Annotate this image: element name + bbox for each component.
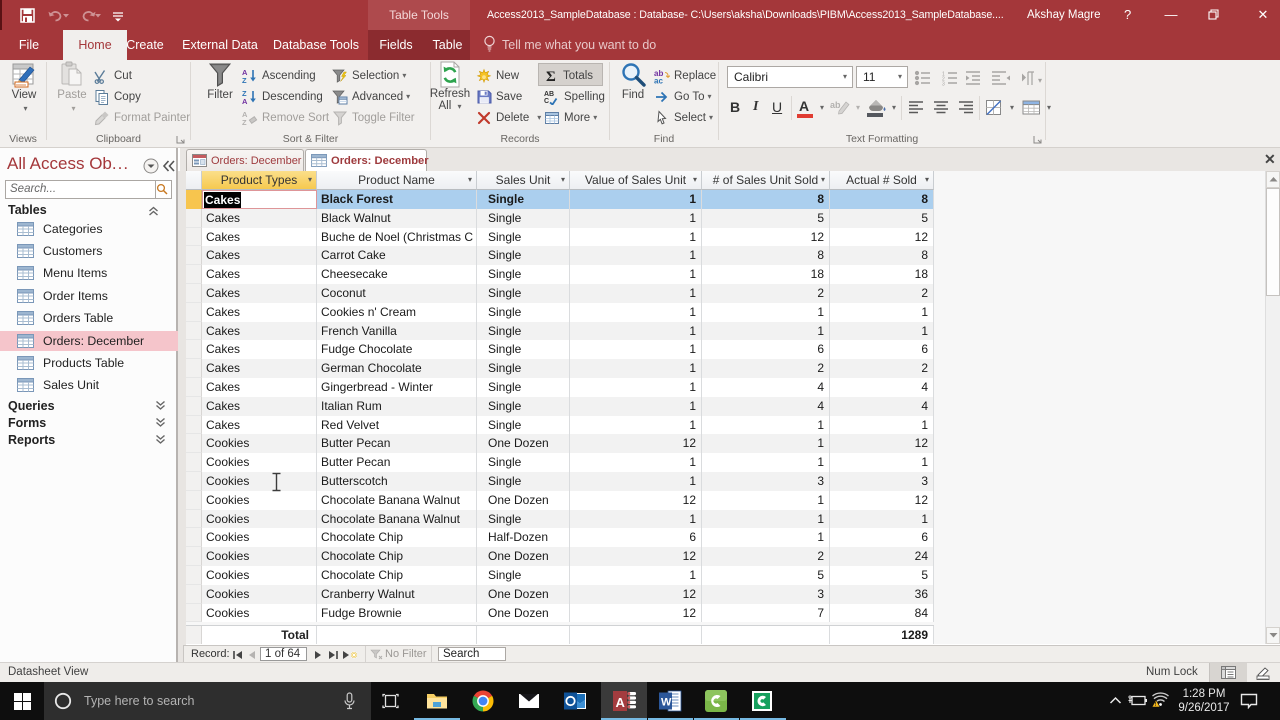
svg-text:W: W [661,697,672,709]
svg-text:Σ: Σ [546,69,556,83]
svg-text:▾: ▾ [1038,76,1042,85]
svg-text:ac: ac [654,76,663,84]
svg-text:Z: Z [242,118,247,126]
svg-text:A: A [616,695,626,710]
svg-text:!: ! [1155,702,1157,707]
svg-text:3: 3 [942,82,945,87]
svg-text:Z: Z [242,76,247,84]
svg-text:A: A [242,97,248,105]
svg-text:ab: ab [830,100,841,110]
svg-text:C: C [544,98,549,105]
svg-text:AB: AB [544,91,554,98]
